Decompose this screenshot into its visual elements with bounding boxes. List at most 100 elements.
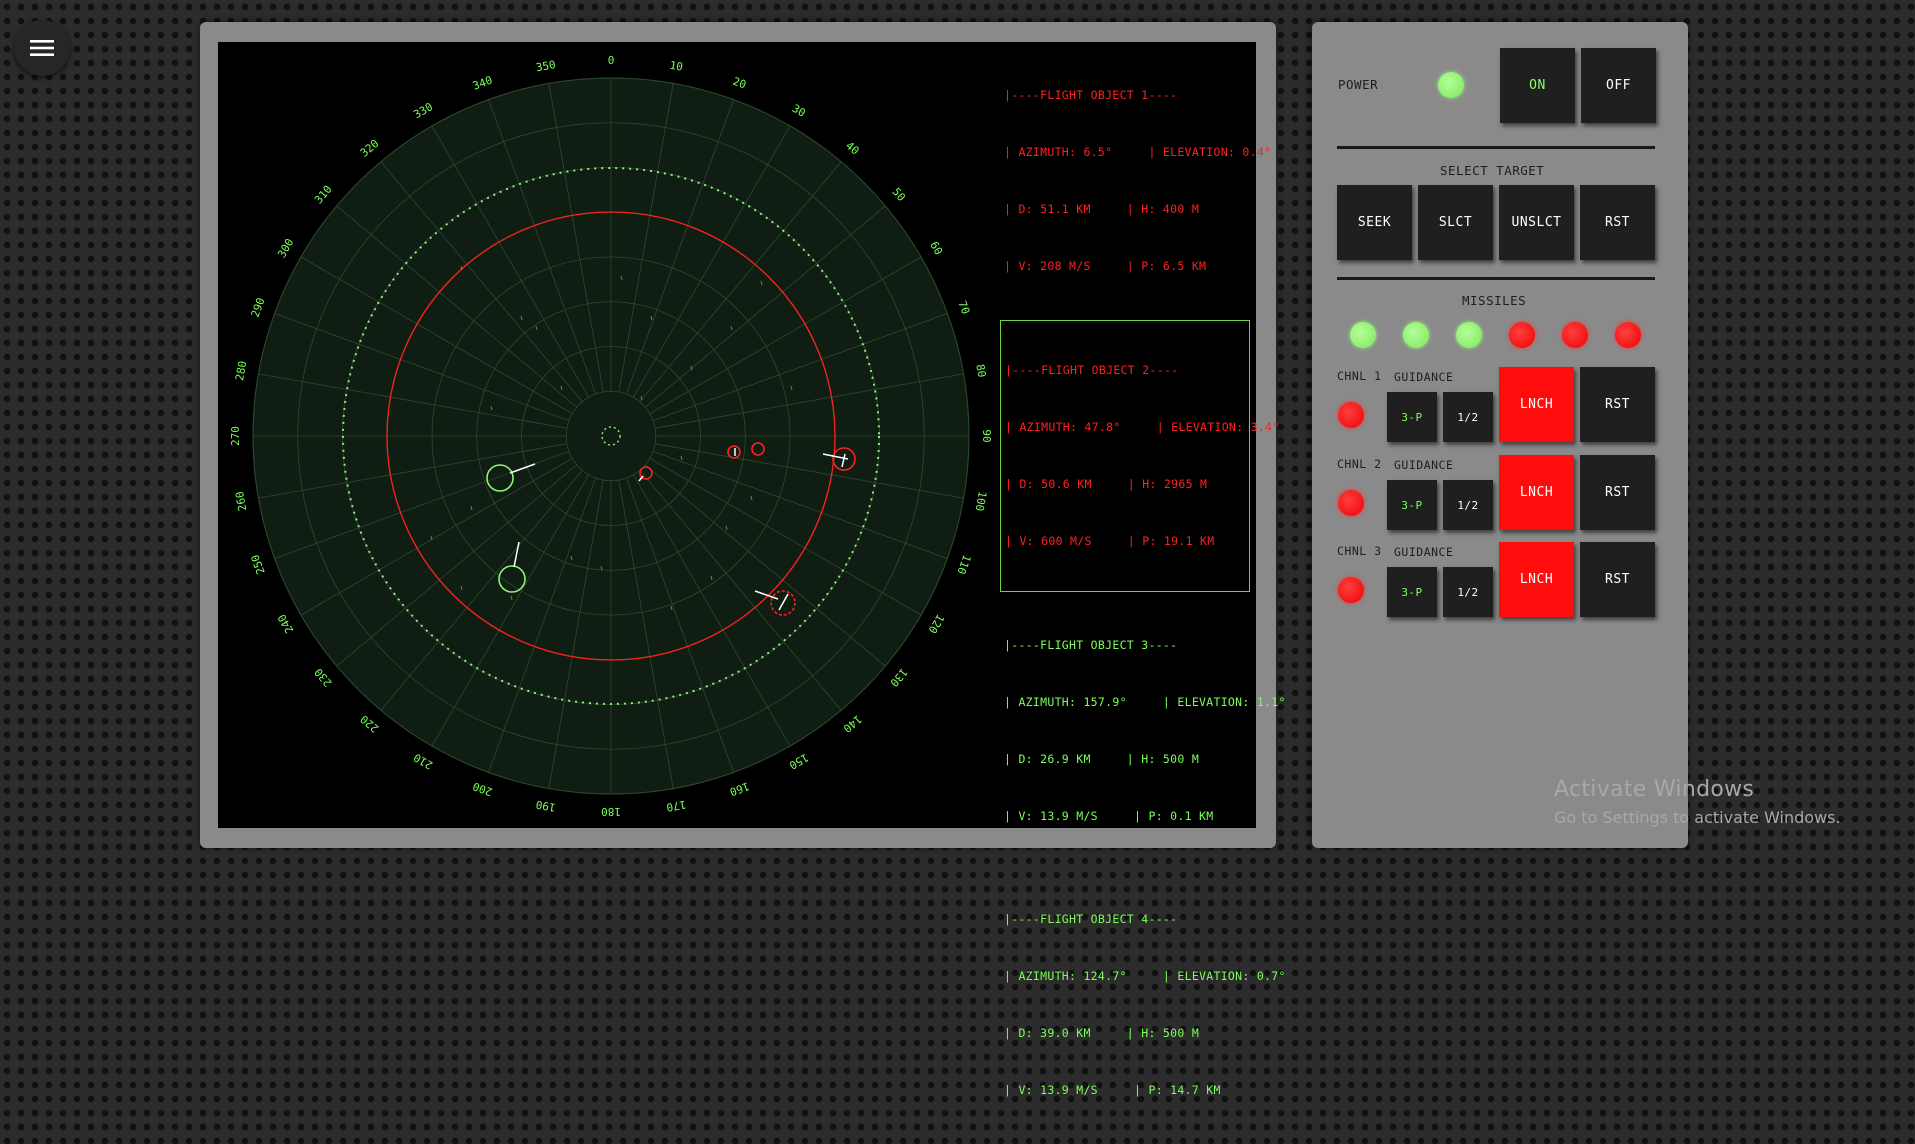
missile-4-status-led [1509,322,1535,348]
bearing-label: 250 [249,553,268,576]
channel-1-launch-button[interactable]: LNCH [1499,367,1574,442]
missiles-label: MISSILES [1462,293,1527,308]
bearing-label: 210 [411,751,435,772]
flight-object-2-readout[interactable]: |----FLIGHT OBJECT 2---- | AZIMUTH: 47.8… [1000,320,1280,592]
bearing-label: 330 [411,100,435,121]
bearing-label: 280 [233,360,249,382]
bearing-label: 30 [790,102,808,120]
bearing-label: 240 [275,612,296,636]
channel-2-label: CHNL 2 [1337,457,1382,471]
flight-object-distance-height: | D: 51.1 KM | H: 400 M [1004,202,1200,216]
bearing-label: 100 [973,490,989,512]
channel-2-status-led [1338,490,1364,516]
bearing-label: 180 [601,805,621,818]
hamburger-menu-icon [30,40,54,56]
flight-object-velocity-param: | V: 600 M/S | P: 19.1 KM [1005,534,1215,548]
channel-1-guidance-3p-button[interactable]: 3-P [1387,392,1437,442]
channel-3-guidance-label: GUIDANCE [1394,545,1454,559]
flight-object-azimuth-elevation: | AZIMUTH: 6.5° | ELEVATION: 0.4° [1004,145,1272,159]
channel-2-reset-button[interactable]: RST [1580,455,1655,530]
select-target-button[interactable]: SLCT [1418,185,1493,260]
bearing-label: 190 [535,798,557,814]
bearing-label: 270 [229,426,242,446]
bearing-label: 340 [471,74,494,93]
bearing-label: 260 [233,490,249,512]
menu-button[interactable] [14,20,70,76]
channel-2-launch-button[interactable]: LNCH [1499,455,1574,530]
channel-1-label: CHNL 1 [1337,369,1382,383]
bearing-label: 150 [787,751,811,772]
channel-2-guidance-label: GUIDANCE [1394,458,1454,472]
bearing-label: 320 [358,137,382,160]
power-label: POWER [1338,77,1379,92]
channel-3-status-led [1338,577,1364,603]
flight-object-velocity-param: | V: 13.9 M/S | P: 0.1 KM [1004,809,1214,823]
bearing-label: 20 [731,75,748,92]
flight-object-azimuth-elevation: | AZIMUTH: 47.8° | ELEVATION: 3.4° [1005,420,1280,434]
bearing-label: 50 [889,185,907,204]
watermark-title: Activate Windows [1554,777,1755,802]
bearing-label: 290 [249,296,268,319]
bearing-label: 40 [843,139,862,157]
radar-scope[interactable]: 0 10 20 30 40 50 60 70 80 90 100 110 120 130 140 150 160… [218,42,998,828]
channel-2-guidance-3p-button[interactable]: 3-P [1387,480,1437,530]
radar-screen: 0 10 20 30 40 50 60 70 80 90 100 110 120 130 140 150 160… [218,42,1285,1097]
bearing-label: 10 [669,59,684,74]
radar-panel: 0 10 20 30 40 50 60 70 80 90 100 110 120 130 140 150 160… [200,22,1285,1097]
missile-1-status-led [1350,322,1376,348]
divider [1337,146,1655,149]
channel-3-guidance-3p-button[interactable]: 3-P [1387,567,1437,617]
windows-activation-watermark: Activate Windows Go to Settings to activ… [1554,777,1841,827]
channel-1-guidance-label: GUIDANCE [1394,370,1454,384]
power-indicator-led [1438,72,1464,98]
channel-1-reset-button[interactable]: RST [1580,367,1655,442]
seek-button[interactable]: SEEK [1337,185,1412,260]
flight-object-velocity-param: | V: 208 M/S | P: 6.5 KM [1004,259,1207,273]
bearing-label: 140 [841,712,865,735]
bearing-label: 70 [955,299,972,316]
channel-3-label: CHNL 3 [1337,544,1382,558]
bearing-label: 0 [608,54,615,67]
flight-object-distance-height: | D: 50.6 KM | H: 2965 M [1005,477,1208,491]
channel-2-guidance-half-button[interactable]: 1/2 [1443,480,1493,530]
flight-object-header: |----FLIGHT OBJECT 4---- [1004,912,1178,926]
missile-2-status-led [1403,322,1429,348]
bearing-label: 350 [535,58,557,74]
bearing-label: 220 [358,712,382,735]
watermark-subtitle: Go to Settings to activate Windows. [1554,808,1841,827]
channel-1-guidance-half-button[interactable]: 1/2 [1443,392,1493,442]
channel-3-launch-button[interactable]: LNCH [1499,542,1574,617]
divider [1337,277,1655,280]
bearing-label: 160 [728,779,751,798]
flight-object-header: |----FLIGHT OBJECT 1---- [1004,88,1178,102]
flight-object-3-readout[interactable]: |----FLIGHT OBJECT 3---- | AZIMUTH: 157.… [1000,596,1286,866]
target-reset-button[interactable]: RST [1580,185,1655,260]
flight-object-azimuth-elevation: | AZIMUTH: 157.9° | ELEVATION: 1.1° [1004,695,1286,709]
select-target-label: SELECT TARGET [1440,163,1545,178]
bearing-label: 80 [973,363,988,378]
bearing-label: 230 [312,666,335,690]
flight-object-readouts: |----FLIGHT OBJECT 1---- | AZIMUTH: 6.5°… [1000,46,1286,1144]
flight-object-azimuth-elevation: | AZIMUTH: 124.7° | ELEVATION: 0.7° [1004,969,1286,983]
flight-object-header: |----FLIGHT OBJECT 2---- [1005,363,1179,377]
unselect-target-button[interactable]: UNSLCT [1499,185,1574,260]
bearing-label: 300 [275,236,296,260]
power-on-button[interactable]: ON [1500,48,1575,123]
bearing-label: 130 [887,666,910,690]
channel-3-reset-button[interactable]: RST [1580,542,1655,617]
channel-3-guidance-half-button[interactable]: 1/2 [1443,567,1493,617]
missile-5-status-led [1562,322,1588,348]
flight-object-distance-height: | D: 39.0 KM | H: 500 M [1004,1026,1200,1040]
channel-1-status-led [1338,402,1364,428]
flight-object-4-readout[interactable]: |----FLIGHT OBJECT 4---- | AZIMUTH: 124.… [1000,870,1286,1140]
missile-3-status-led [1456,322,1482,348]
bearing-label: 200 [471,779,494,798]
flight-object-velocity-param: | V: 13.9 M/S | P: 14.7 KM [1004,1083,1221,1097]
power-off-button[interactable]: OFF [1581,48,1656,123]
control-panel: POWER ON OFF SELECT TARGET SEEK SLCT UNS… [1312,22,1688,848]
bearing-label: 110 [954,553,973,576]
flight-object-1-readout[interactable]: |----FLIGHT OBJECT 1---- | AZIMUTH: 6.5°… [1000,46,1272,316]
flight-object-header: |----FLIGHT OBJECT 3---- [1004,638,1178,652]
bearing-label: 120 [926,612,947,636]
missile-6-status-led [1615,322,1641,348]
